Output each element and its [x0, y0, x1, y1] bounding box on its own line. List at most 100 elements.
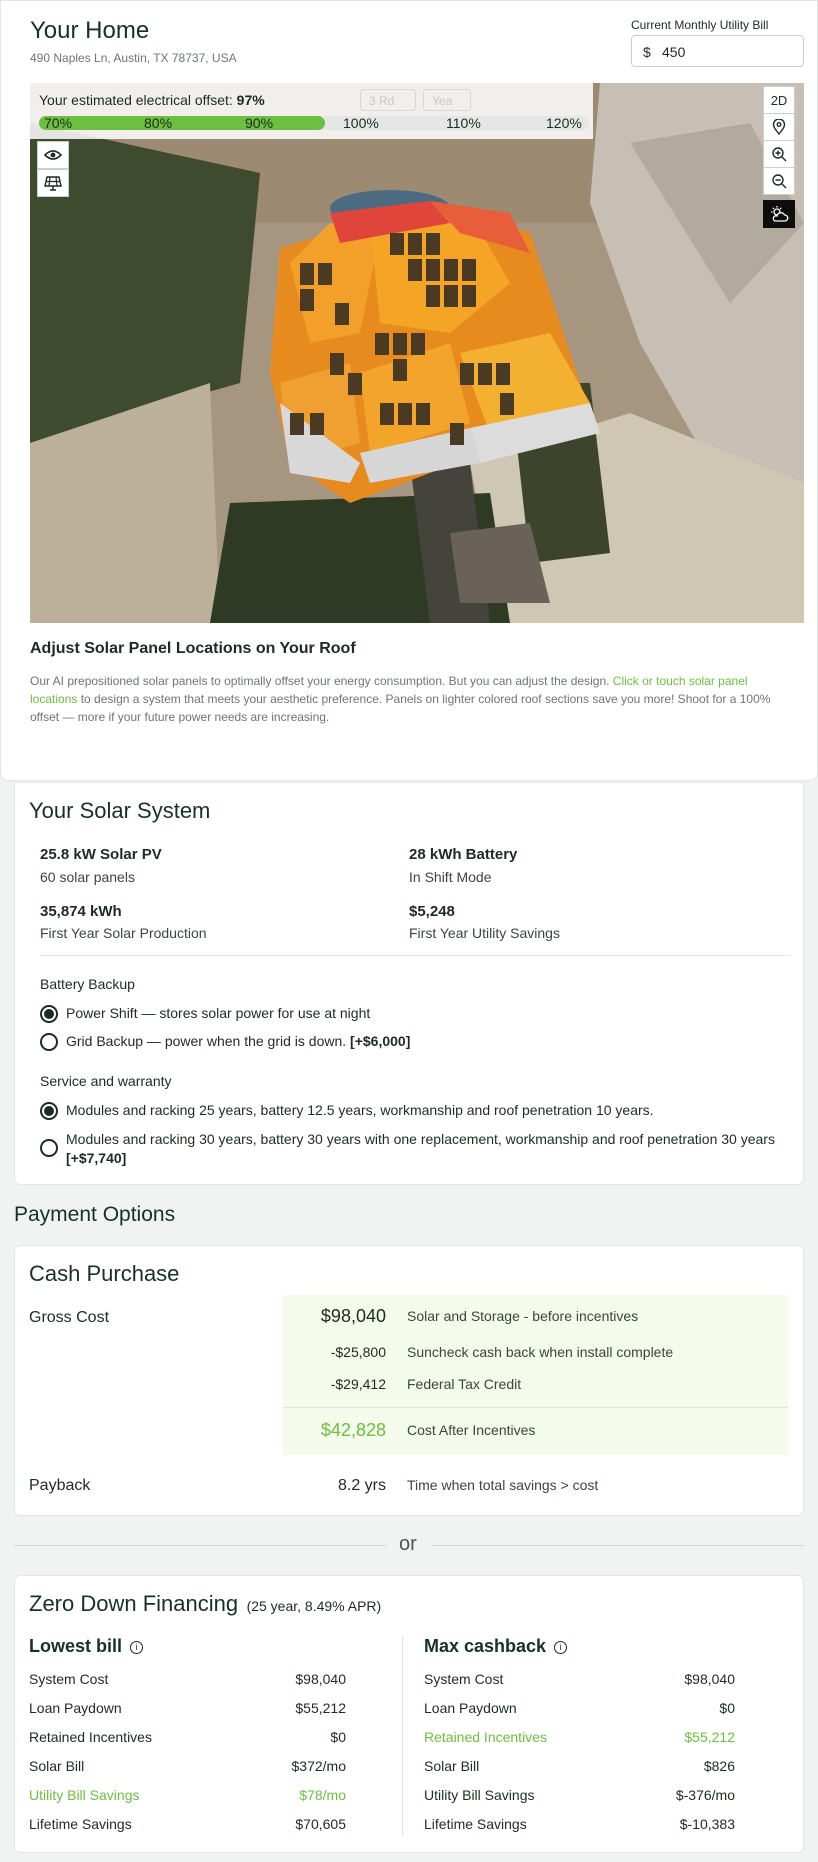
financing-row-value: $98,040 — [684, 1671, 735, 1687]
breakdown-divider — [283, 1407, 788, 1408]
stat-value: 28 kWh Battery — [409, 846, 518, 863]
financing-row-label: Solar Bill — [29, 1758, 85, 1774]
aerial-roof-image — [30, 83, 804, 623]
shade-toggle-button[interactable] — [763, 200, 795, 228]
stat-label: 60 solar panels — [40, 869, 135, 885]
currency-symbol: $ — [643, 44, 651, 60]
option-text-main: Modules and racking 30 years, battery 30… — [66, 1131, 775, 1147]
adjust-text-after: to design a system that meets your aesth… — [30, 692, 771, 724]
offset-tick: 100% — [343, 115, 379, 131]
cashback-amount: -$25,800 — [330, 1344, 386, 1360]
offset-tick: 120% — [546, 115, 582, 131]
warranty-title: Service and warranty — [40, 1073, 172, 1089]
battery-option-grid-backup[interactable]: Grid Backup — power when the grid is dow… — [40, 1030, 780, 1054]
location-pin-icon — [772, 119, 786, 135]
max-cashback-heading: Max cashback i — [424, 1636, 568, 1657]
solar-system-title: Your Solar System — [29, 798, 211, 823]
tax-credit-desc: Federal Tax Credit — [407, 1376, 522, 1392]
offset-tick: 80% — [144, 115, 173, 131]
cash-purchase-title: Cash Purchase — [29, 1261, 180, 1286]
option-extra-cost: [+$7,740] — [66, 1150, 127, 1166]
stat-value: $5,248 — [409, 903, 455, 920]
financing-row-label: Retained Incentives — [424, 1729, 547, 1745]
adjust-text: Our AI prepositioned solar panels to opt… — [30, 672, 790, 726]
financing-row-label: System Cost — [424, 1671, 504, 1687]
or-divider-line — [14, 1545, 387, 1546]
battery-option-power-shift[interactable]: Power Shift — stores solar power for use… — [40, 1002, 780, 1026]
financing-title: Zero Down Financing — [29, 1591, 239, 1616]
bill-value: 450 — [662, 44, 686, 60]
solar-panel-icon — [44, 176, 62, 191]
zoom-in-button[interactable] — [763, 140, 795, 168]
stat-value: 25.8 kW Solar PV — [40, 846, 162, 863]
zoom-out-button[interactable] — [763, 167, 795, 195]
offset-tick: 110% — [446, 115, 481, 131]
offset-bar-fill — [39, 116, 326, 130]
column-divider — [402, 1636, 403, 1836]
offset-value: 97% — [236, 92, 265, 108]
option-text: Grid Backup — power when the grid is dow… — [66, 1033, 410, 1049]
financing-row-value: $372/mo — [291, 1758, 346, 1774]
recenter-button[interactable] — [763, 113, 795, 141]
radio-button[interactable] — [40, 1139, 58, 1157]
warranty-option-standard[interactable]: Modules and racking 25 years, battery 12… — [40, 1099, 780, 1123]
financing-row-value: $55,212 — [295, 1700, 346, 1716]
battery-backup-title: Battery Backup — [40, 976, 135, 992]
address: 490 Naples Ln, Austin, TX 78737, USA — [30, 51, 237, 65]
visibility-toggle[interactable] — [37, 141, 69, 169]
cashback-desc: Suncheck cash back when install complete — [407, 1344, 674, 1360]
payback-label: Payback — [29, 1477, 91, 1494]
after-incentives-amount: $42,828 — [320, 1420, 386, 1440]
ghost-button[interactable]: Yea — [423, 89, 471, 111]
gross-desc: Solar and Storage - before incentives — [407, 1308, 639, 1324]
radio-button[interactable] — [40, 1033, 58, 1051]
financing-title-row: Zero Down Financing (25 year, 8.49% APR) — [29, 1591, 381, 1617]
ghost-button[interactable]: 3 Rd — [360, 89, 416, 111]
offset-panel: Your estimated electrical offset: 97% 70… — [30, 83, 593, 139]
after-incentives-desc: Cost After Incentives — [407, 1422, 536, 1438]
financing-row-value: $98,040 — [295, 1671, 346, 1687]
bill-label: Current Monthly Utility Bill — [631, 18, 769, 32]
solar-system-card: Your Solar System 25.8 kW Solar PV 60 so… — [14, 782, 804, 1185]
financing-row-label: Utility Bill Savings — [424, 1787, 535, 1803]
roof-map[interactable]: Your estimated electrical offset: 97% 70… — [30, 83, 804, 623]
warranty-option-extended[interactable]: Modules and racking 30 years, battery 30… — [40, 1127, 780, 1171]
zoom-in-icon — [772, 147, 787, 162]
financing-row-value: $78/mo — [299, 1787, 346, 1803]
info-icon[interactable]: i — [130, 1641, 144, 1654]
page-title: Your Home — [30, 17, 150, 44]
stat-label: In Shift Mode — [409, 869, 492, 885]
bill-input[interactable]: $ 450 — [631, 35, 804, 67]
financing-row-value: $-10,383 — [679, 1816, 735, 1832]
radio-button[interactable] — [40, 1005, 58, 1023]
financing-row-label: Loan Paydown — [29, 1700, 122, 1716]
financing-row-label: Lifetime Savings — [29, 1816, 132, 1832]
divider — [40, 955, 791, 956]
radio-button[interactable] — [40, 1102, 58, 1120]
payback-value: 8.2 yrs — [337, 1477, 386, 1494]
sun-cloud-icon — [771, 206, 789, 222]
financing-row-label: Lifetime Savings — [424, 1816, 527, 1832]
financing-terms: (25 year, 8.49% APR) — [246, 1598, 382, 1614]
tax-credit-amount: -$29,412 — [330, 1376, 386, 1392]
or-divider-line — [431, 1545, 804, 1546]
option-text: Power Shift — stores solar power for use… — [66, 1005, 371, 1021]
stat-value: 35,874 kWh — [40, 903, 122, 920]
financing-row-label: Retained Incentives — [29, 1729, 152, 1745]
financing-row-value: $0 — [330, 1729, 346, 1745]
financing-row-value: $826 — [703, 1758, 735, 1774]
view-mode-2d-button[interactable]: 2D — [763, 86, 795, 114]
home-card: Your Home 490 Naples Ln, Austin, TX 7873… — [0, 0, 818, 781]
option-extra-cost: [+$6,000] — [350, 1033, 411, 1049]
lowest-bill-title: Lowest bill — [29, 1636, 123, 1656]
option-text: Modules and racking 25 years, battery 12… — [66, 1102, 654, 1118]
adjust-text-before: Our AI prepositioned solar panels to opt… — [30, 674, 613, 688]
offset-label-text: Your estimated electrical offset: — [39, 92, 233, 108]
financing-row-label: Loan Paydown — [424, 1700, 517, 1716]
info-icon[interactable]: i — [554, 1641, 568, 1654]
panel-layout-toggle[interactable] — [37, 169, 69, 197]
gross-amount: $98,040 — [320, 1306, 386, 1326]
financing-row-value: $-376/mo — [675, 1787, 735, 1803]
option-text-main: Grid Backup — power when the grid is dow… — [66, 1033, 347, 1049]
stat-label: First Year Solar Production — [40, 925, 207, 941]
